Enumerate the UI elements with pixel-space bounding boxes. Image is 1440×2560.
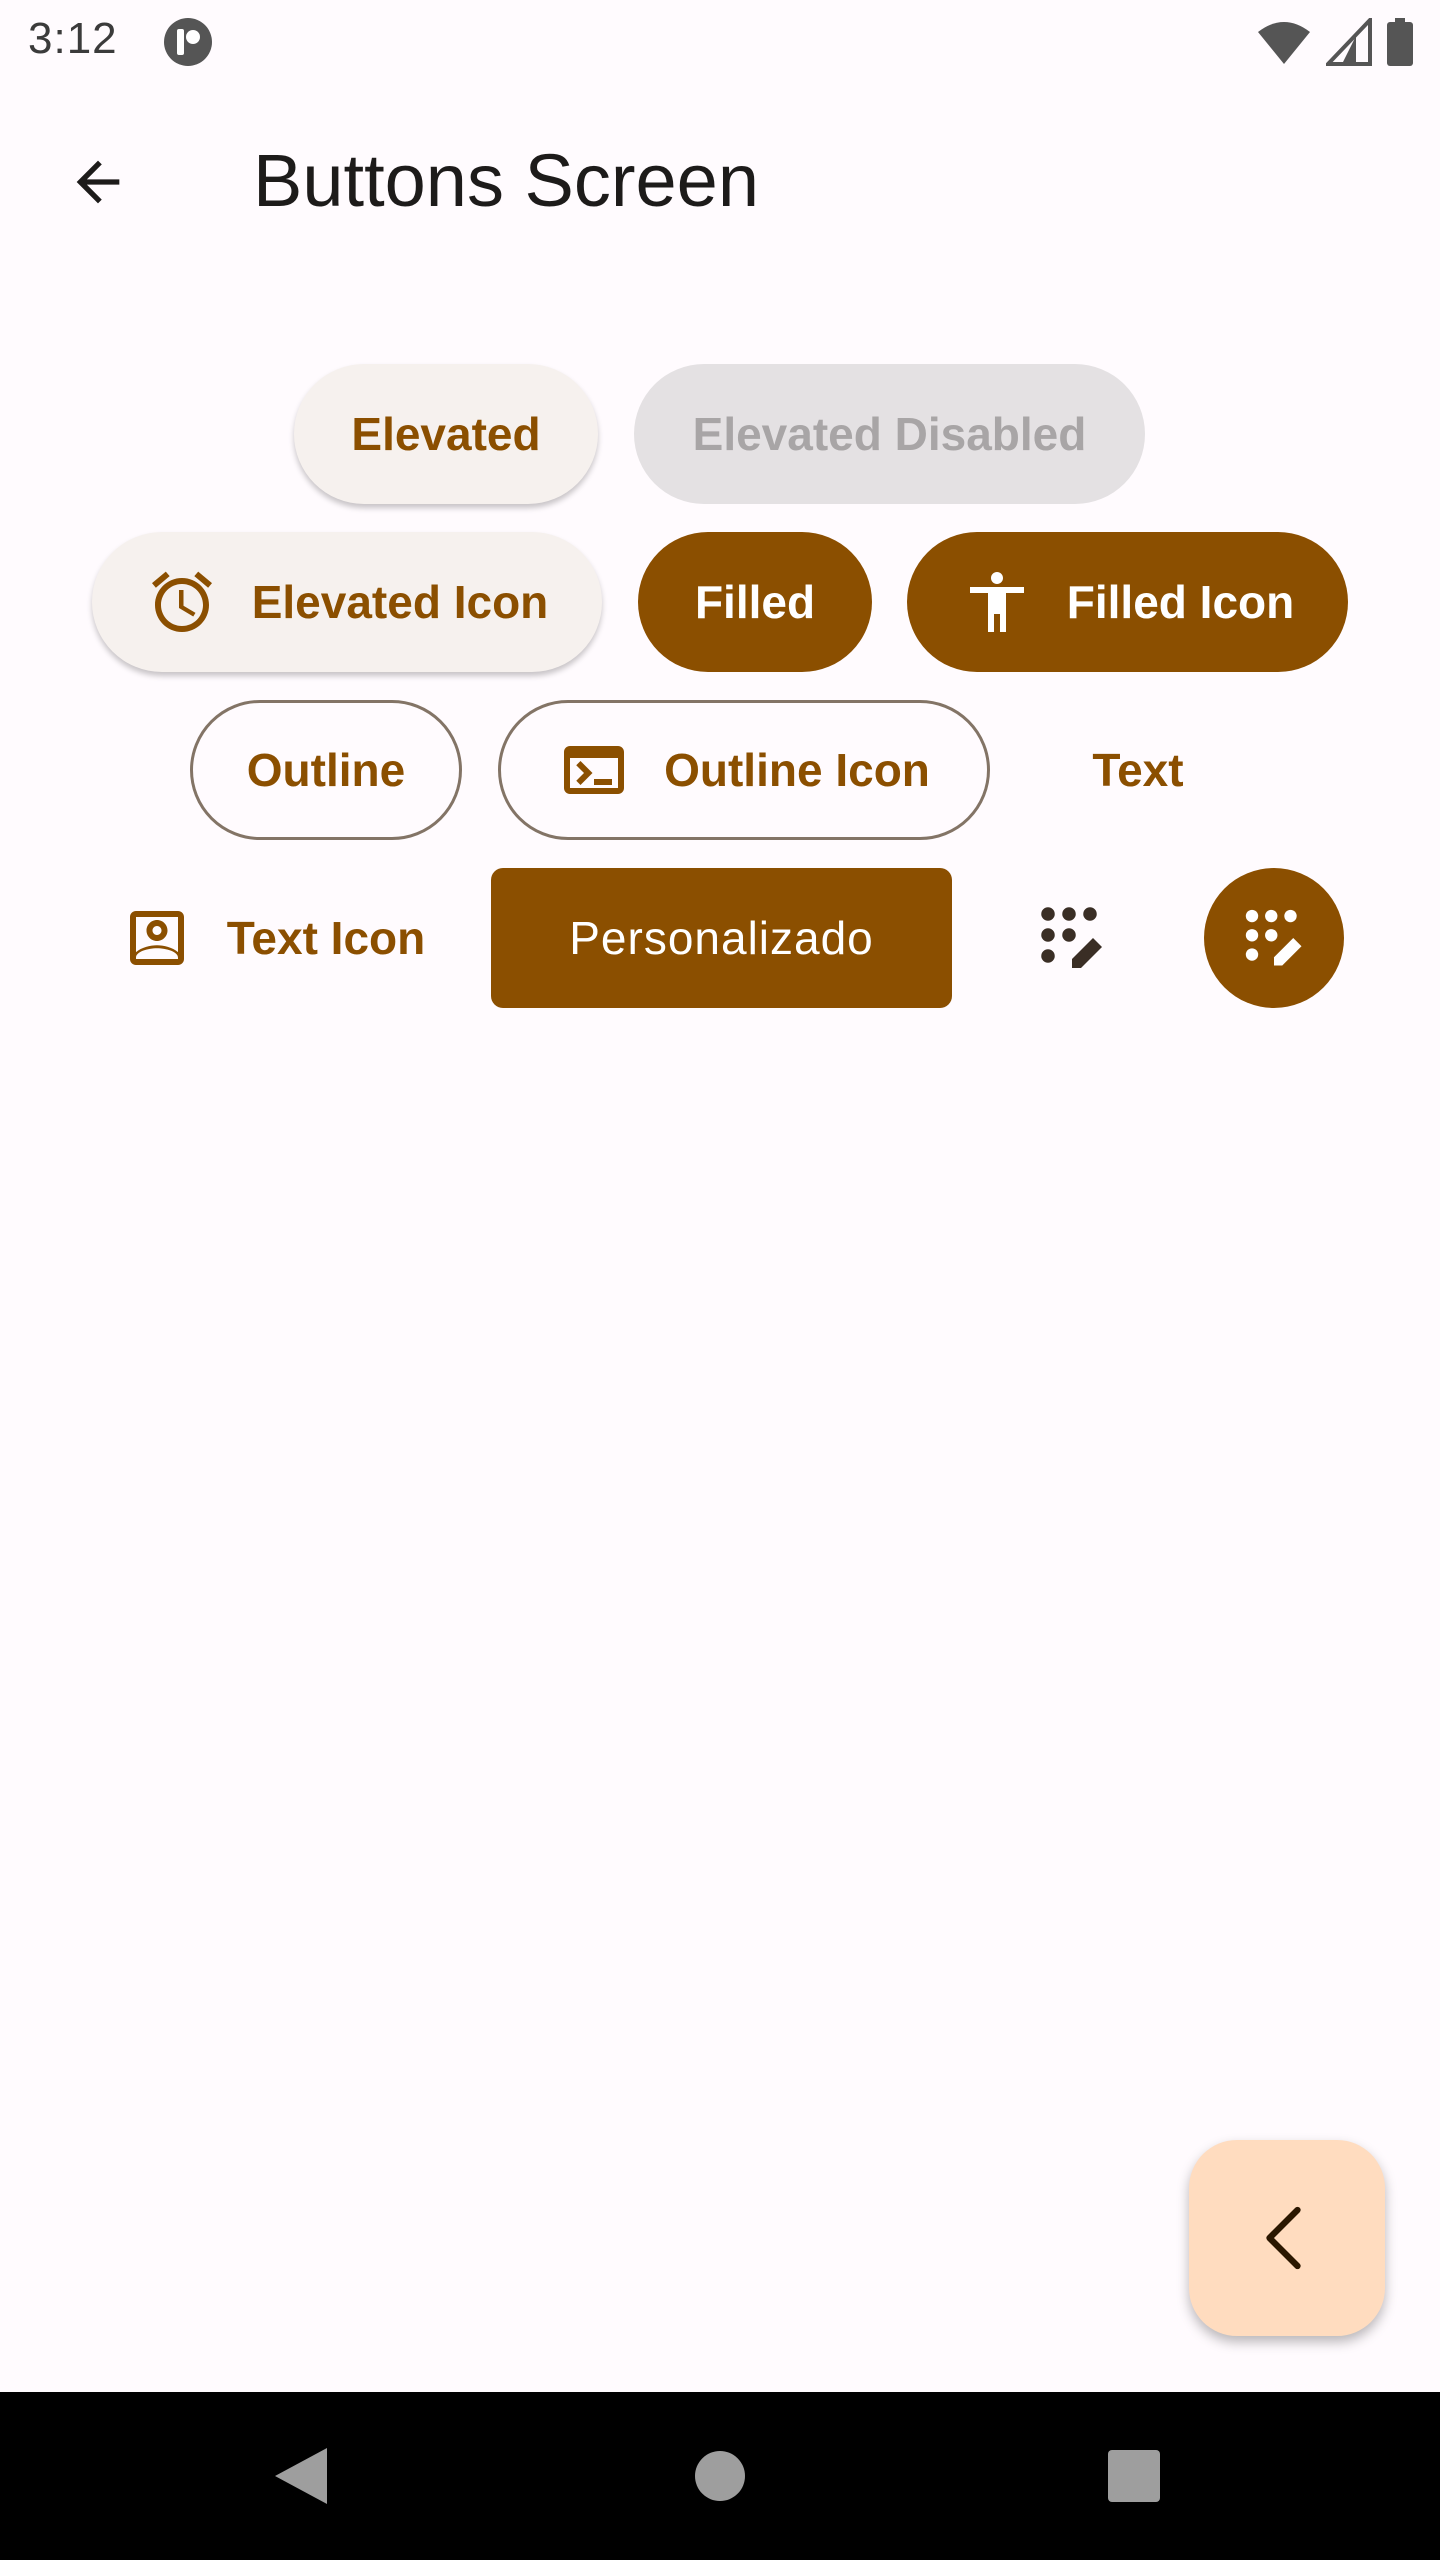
elevated-button-label: Elevated (351, 408, 541, 460)
filled-icon-button[interactable]: Filled Icon (907, 532, 1348, 672)
text-button-label: Text (1092, 744, 1184, 796)
outline-icon-button[interactable]: Outline Icon (498, 700, 990, 840)
elevated-disabled-button-label: Elevated Disabled (692, 408, 1087, 460)
elevated-icon-button[interactable]: Elevated Icon (92, 532, 602, 672)
terminal-icon (558, 734, 630, 806)
cell-signal-icon (1326, 18, 1372, 66)
accessibility-icon (961, 566, 1033, 638)
dialpad-edit-icon (1245, 909, 1302, 966)
status-bar: 3:12 (0, 0, 1440, 84)
filled-button[interactable]: Filled (638, 532, 872, 672)
nav-recents-button[interactable] (1090, 2432, 1178, 2520)
status-time: 3:12 (28, 14, 118, 63)
elevated-icon-button-label: Elevated Icon (251, 576, 549, 628)
fab-button[interactable] (1189, 2140, 1385, 2336)
text-icon-button[interactable]: Text Icon (84, 868, 462, 1008)
dialpad-edit-icon (1041, 907, 1102, 968)
back-button[interactable] (60, 144, 136, 220)
app-notification-icon (164, 18, 212, 66)
elevated-disabled-button: Elevated Disabled (634, 364, 1145, 504)
filled-button-label: Filled (694, 576, 816, 628)
top-app-bar: Buttons Screen (0, 120, 1440, 240)
nav-home-button[interactable] (676, 2432, 764, 2520)
filled-icon-button-label: Filled Icon (1066, 576, 1295, 628)
icon-button[interactable] (1002, 868, 1142, 1008)
outline-icon-button-label: Outline Icon (664, 744, 930, 796)
elevated-button[interactable]: Elevated (294, 364, 598, 504)
status-icons (1256, 16, 1414, 68)
text-icon-button-label: Text Icon (226, 912, 426, 964)
recents-square-icon (1108, 2450, 1160, 2502)
text-button[interactable]: Text (1026, 700, 1250, 840)
system-nav-bar (0, 2392, 1440, 2560)
home-circle-icon (695, 2451, 745, 2501)
nav-back-button[interactable] (257, 2432, 345, 2520)
outline-button-label: Outline (246, 744, 406, 796)
back-triangle-icon (275, 2448, 327, 2504)
filled-icon-button-round[interactable] (1204, 868, 1344, 1008)
custom-button-label: Personalizado (569, 912, 874, 964)
battery-icon (1387, 18, 1413, 66)
outline-button[interactable]: Outline (190, 700, 462, 840)
custom-button[interactable]: Personalizado (491, 868, 952, 1008)
chevron-left-icon (1266, 2206, 1301, 2270)
account-box-icon (121, 902, 193, 974)
arrow-back-icon (76, 160, 120, 204)
wifi-icon (1258, 22, 1310, 64)
page-title: Buttons Screen (253, 139, 759, 222)
alarm-icon (146, 566, 218, 638)
